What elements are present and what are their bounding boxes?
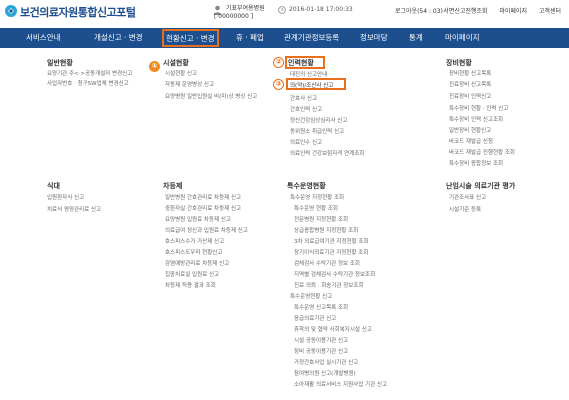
menu-item[interactable]: 특수운영 신고목록 조회 bbox=[294, 303, 348, 311]
menu-item[interactable]: 기관조사표 신고 bbox=[449, 193, 486, 201]
menu-item[interactable]: 중환자실 간호관리료 차등제 신고 bbox=[165, 204, 241, 212]
mypage-link[interactable]: 마이페이지 bbox=[499, 8, 527, 15]
nav-status-report[interactable]: 현황신고 · 변경 bbox=[162, 29, 219, 47]
nav-open-report[interactable]: 개설신고 · 변경 bbox=[94, 28, 143, 48]
menu-item[interactable]: 바코드 재발급 진행현황 조회 bbox=[449, 148, 515, 156]
menu-item[interactable]: 대진의 신고안내 bbox=[290, 70, 327, 78]
menu-item[interactable]: 3차 의료급여기관 지정현황 조회 bbox=[294, 237, 369, 245]
section-meal: 식대 bbox=[47, 182, 60, 190]
section-fertility: 난임시술 의료기관 평가 bbox=[446, 182, 516, 190]
menu-item[interactable]: 사업자번호 · 청구SW업체 변경신고 bbox=[47, 79, 129, 87]
menu-item[interactable]: 집중치료실 입원료 신고 bbox=[165, 270, 219, 278]
menu-item[interactable]: 호스피스도우미 현황신고 bbox=[165, 248, 222, 256]
nav-info-plaza[interactable]: 정보마당 bbox=[360, 28, 388, 48]
nav-service-info[interactable]: 서비스안내 bbox=[26, 28, 61, 48]
menu-item[interactable]: 상급종합병원 지정현황 조회 bbox=[294, 226, 358, 234]
portal-logo[interactable]: 보건의료자원통합신고포털 bbox=[20, 4, 136, 20]
menu-item[interactable]: 진료장비 인력신고 bbox=[449, 92, 491, 100]
menu-item[interactable]: 특수장비 종합정보 조회 bbox=[449, 159, 503, 167]
menu-item[interactable]: 의료급여 정신과 입원료 차등제 신고 bbox=[165, 226, 248, 234]
menu-item[interactable]: 간호사 신고 bbox=[290, 94, 317, 102]
menu-item[interactable]: 요양병원 입원료 차등제 신고 bbox=[165, 215, 231, 223]
menu-item[interactable]: 간호인력 신고 bbox=[290, 105, 322, 113]
menu-item[interactable]: 장비 공동이용기관 신고 bbox=[294, 347, 348, 355]
main-nav: 서비스안내 개설신고 · 변경 ① 현황신고 · 변경 휴 · 폐업 관계기관정… bbox=[0, 28, 569, 72]
menu-item[interactable]: 특수운영 현황 조회 bbox=[294, 204, 338, 212]
menu-item[interactable]: 특수장비 현황 · 인력 신고 bbox=[449, 104, 508, 112]
step-badge-2a: ② bbox=[273, 57, 284, 68]
menu-item[interactable]: 참여병의원 신고(개발병원) bbox=[294, 369, 356, 377]
menu-item[interactable]: 입원환자식 신고 bbox=[47, 193, 84, 201]
menu-item[interactable]: 치료식 영양관리료 신고 bbox=[47, 205, 101, 213]
top-links: 서면신고진행조회 마이페이지 고객센터 bbox=[433, 6, 561, 15]
menu-item[interactable]: 응급의료기관 신고 bbox=[294, 314, 336, 322]
menu-item[interactable]: 일반장비 현황신고 bbox=[449, 126, 491, 134]
menu-item[interactable]: 요양기관 주<·>공동개설자 변경신고 bbox=[47, 69, 132, 77]
menu-item[interactable]: 특수장비 인력 신고조회 bbox=[449, 115, 503, 123]
menu-item[interactable]: 차등제 적용 결과 조회 bbox=[165, 281, 216, 289]
menu-item[interactable]: 자동제 운영병상 신고 bbox=[165, 80, 214, 88]
menu-item[interactable]: 요양병원 일반입원실 비(미)상 병상 신고 bbox=[165, 92, 257, 100]
menu-item[interactable]: 정신건강임상심리사 신고 bbox=[290, 116, 347, 124]
step-badge-2b: ② bbox=[273, 79, 284, 90]
menu-item[interactable]: 시설 공동이용기관 신고 bbox=[294, 336, 348, 344]
section-general: 일반현황 bbox=[47, 59, 73, 67]
org-code: [ 00000000 ] bbox=[214, 13, 254, 20]
menu-item[interactable]: 일반병원 간호관리료 차등제 신고 bbox=[165, 193, 241, 201]
menu-item[interactable]: 의료인수 신고 bbox=[290, 138, 322, 146]
menu-item[interactable]: 동위원소 취급인력 신고 bbox=[290, 127, 344, 135]
clock-icon bbox=[278, 6, 286, 14]
menu-item[interactable]: 가정간호사업 실시기관 신고 bbox=[294, 358, 358, 366]
menu-item[interactable]: 특수운영현황 신고 bbox=[290, 292, 332, 300]
top-header: 보건의료자원통합신고포털 기표부여용병원 [ 00000000 ] 2016-0… bbox=[0, 0, 569, 28]
menu-item[interactable]: 소아재활 의료서비스 지원사업 기관 신고 bbox=[294, 380, 387, 388]
menu-item[interactable]: 감염예방관리료 차등제 신고 bbox=[165, 259, 229, 267]
menu-item[interactable]: 바코드 재발급 신청 bbox=[449, 137, 493, 145]
menu-item[interactable]: 휴학의 및 협약 사회복지시설 신고 bbox=[294, 325, 372, 333]
doctor-report-link[interactable]: 의(약)/조산사 신고 bbox=[290, 81, 333, 89]
login-datetime: 2016-01-18 17:00:33 bbox=[289, 6, 353, 13]
customer-center-link[interactable]: 고객센터 bbox=[539, 8, 561, 15]
section-differential: 차등제 bbox=[163, 182, 183, 190]
menu-item[interactable]: 전문병원 지정현황 조회 bbox=[294, 215, 348, 223]
nav-agency-info[interactable]: 관계기관정보등록 bbox=[284, 28, 339, 48]
section-facility: 시설현황 bbox=[163, 59, 189, 67]
menu-item[interactable]: 장비현황 신고목록 bbox=[449, 69, 491, 77]
menu-item[interactable]: 시설현황 신고 bbox=[165, 69, 197, 77]
org-name: 기표부여용병원 bbox=[226, 5, 265, 12]
section-staff[interactable]: 인력현황 bbox=[288, 58, 314, 68]
nav-closure[interactable]: 휴 · 폐업 bbox=[236, 28, 264, 48]
nav-stats[interactable]: 통계 bbox=[409, 28, 423, 48]
section-equipment: 장비현황 bbox=[446, 59, 472, 67]
logo-icon bbox=[5, 5, 17, 17]
section-special-ops: 특수운영현황 bbox=[287, 182, 326, 190]
nav-mypage[interactable]: 마이페이지 bbox=[445, 28, 480, 48]
menu-item[interactable]: 시설기준 등록 bbox=[449, 205, 481, 213]
menu-item[interactable]: 검체검사 수탁기관 정보 조회 bbox=[294, 259, 360, 267]
menu-item[interactable]: 의료인력 건강보험자격 연계조회 bbox=[290, 149, 364, 157]
menu-item[interactable]: 진료장비 신고목록 bbox=[449, 80, 491, 88]
menu-item[interactable]: 특수운영 지정현황 조회 bbox=[290, 193, 344, 201]
menu-item[interactable]: 장기이식의료기관 지정현황 조회 bbox=[294, 248, 368, 256]
menu-item[interactable]: 호스피스수가 가산제 신고 bbox=[165, 237, 224, 245]
menu-item[interactable]: 진료 의뢰 · 회송기관 정보조회 bbox=[294, 281, 363, 289]
step-badge-1: ① bbox=[149, 61, 160, 72]
written-report-link[interactable]: 서면신고진행조회 bbox=[443, 8, 487, 15]
menu-item[interactable]: 지역별 검체검사 수탁기관 정보조회 bbox=[294, 270, 375, 278]
